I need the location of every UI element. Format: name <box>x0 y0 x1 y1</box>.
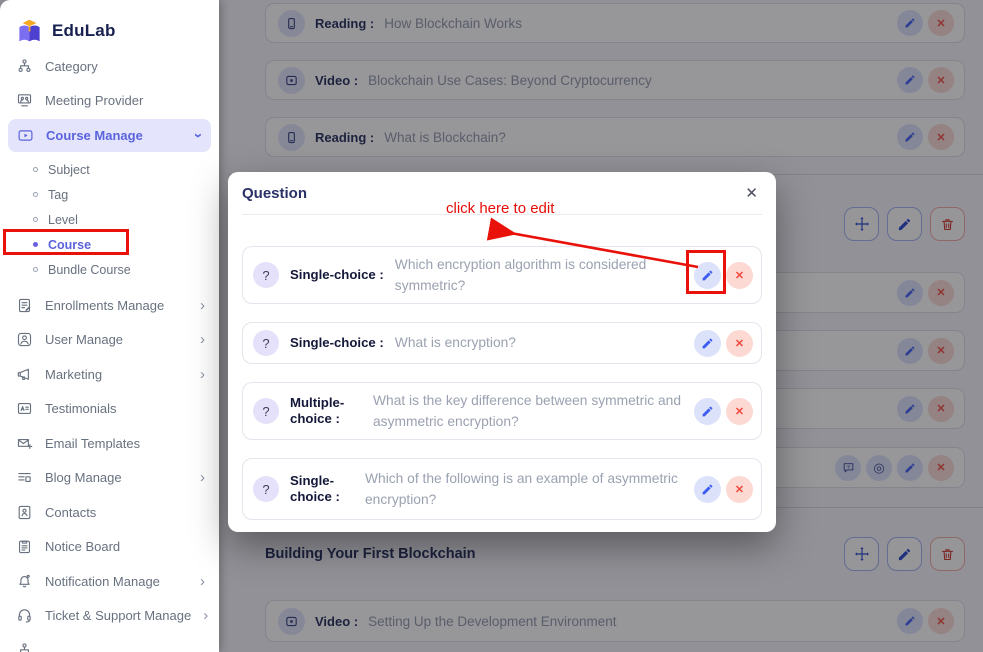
sidebar-item-bundle-course[interactable]: Bundle Course <box>0 257 219 282</box>
course-manage-submenu: Subject Tag Level Course Bundle Course <box>0 153 219 288</box>
sidebar-item-notification-manage[interactable]: Notification Manage › <box>0 564 219 599</box>
email-templates-icon <box>16 435 33 452</box>
sidebar-item-label: Blog Manage <box>45 470 122 485</box>
delete-question-button[interactable]: ✕ <box>726 476 753 503</box>
notice-board-icon <box>16 538 33 555</box>
bullet-icon <box>33 167 38 172</box>
edit-question-button[interactable] <box>694 262 721 289</box>
sidebar-item-label: Email Templates <box>45 436 140 451</box>
question-text: Which of the following is an example of … <box>365 468 683 511</box>
sidebar-item-label: Tag <box>48 188 68 202</box>
partial-icon <box>16 642 33 652</box>
sidebar-item-notice-board[interactable]: Notice Board <box>0 530 219 565</box>
sidebar-item-label: Meeting Provider <box>45 93 143 108</box>
sidebar-item-enrollments-manage[interactable]: Enrollments Manage › <box>0 288 219 323</box>
question-type: Multiple-choice : <box>290 395 362 428</box>
question-modal: Question ✕ ? Single-choice : Which encry… <box>228 172 776 532</box>
question-mark-icon: ? <box>253 262 279 288</box>
sidebar-item-label: Course Manage <box>46 128 143 143</box>
delete-question-button[interactable]: ✕ <box>726 262 753 289</box>
question-card: ? Single-choice : Which encryption algor… <box>242 246 762 304</box>
marketing-icon <box>16 366 33 383</box>
sidebar-item-email-templates[interactable]: Email Templates <box>0 426 219 461</box>
chevron-right-icon: › <box>200 332 205 347</box>
chevron-right-icon: › <box>200 574 205 589</box>
sidebar-item-label: Notice Board <box>45 539 120 554</box>
chevron-right-icon: › <box>200 470 205 485</box>
sidebar-item-meeting-provider[interactable]: Meeting Provider <box>0 84 219 119</box>
notification-icon <box>16 573 33 590</box>
user-manage-icon <box>16 331 33 348</box>
sidebar-item-blog-manage[interactable]: Blog Manage › <box>0 461 219 496</box>
bullet-icon <box>33 192 38 197</box>
question-type: Single-choice : <box>290 267 384 284</box>
question-mark-icon: ? <box>253 330 279 356</box>
sidebar-item-label: Level <box>48 213 78 227</box>
sidebar-item-label: Category <box>45 59 98 74</box>
question-type: Single-choice : <box>290 335 384 352</box>
question-text: Which encryption algorithm is considered… <box>395 254 683 297</box>
delete-question-button[interactable]: ✕ <box>726 330 753 357</box>
sidebar-item-course[interactable]: Course <box>0 232 219 257</box>
question-mark-icon: ? <box>253 476 279 502</box>
ticket-support-icon <box>16 607 33 624</box>
contacts-icon <box>16 504 33 521</box>
modal-title: Question <box>242 185 307 202</box>
sidebar-item-label: Testimonials <box>45 401 117 416</box>
sidebar-item-testimonials[interactable]: Testimonials <box>0 392 219 427</box>
sidebar-item-label: User Manage <box>45 332 123 347</box>
sidebar-item-user-manage[interactable]: User Manage › <box>0 323 219 358</box>
close-icon[interactable]: ✕ <box>741 182 762 204</box>
question-card: ? Single-choice : What is encryption? ✕ <box>242 322 762 364</box>
sidebar-item-contacts[interactable]: Contacts <box>0 495 219 530</box>
sidebar-item-marketing[interactable]: Marketing › <box>0 357 219 392</box>
blog-manage-icon <box>16 469 33 486</box>
app-window: Reading : How Blockchain Works ✕ Video :… <box>0 0 983 652</box>
sidebar-item-level[interactable]: Level <box>0 207 219 232</box>
sidebar-item-label: Bundle Course <box>48 263 131 277</box>
chevron-right-icon: › <box>200 298 205 313</box>
sidebar-item-label: Marketing <box>45 367 102 382</box>
category-icon <box>16 58 33 75</box>
edit-question-button[interactable] <box>694 330 721 357</box>
sidebar-item-ticket-support-manage[interactable]: Ticket & Support Manage › <box>0 599 219 634</box>
sidebar-item-tag[interactable]: Tag <box>0 182 219 207</box>
bullet-icon <box>33 242 38 247</box>
bullet-icon <box>33 217 38 222</box>
bullet-icon <box>33 267 38 272</box>
sidebar-item-partial[interactable] <box>0 633 219 652</box>
question-mark-icon: ? <box>253 398 279 424</box>
question-text: What is encryption? <box>395 332 683 353</box>
testimonials-icon <box>16 400 33 417</box>
sidebar-item-label: Ticket & Support Manage <box>45 608 191 623</box>
edulab-logo-icon <box>16 18 43 45</box>
sidebar-item-label: Notification Manage <box>45 574 160 589</box>
course-manage-icon <box>17 127 34 144</box>
sidebar-item-label: Subject <box>48 163 90 177</box>
chevron-down-icon: › <box>191 133 206 138</box>
brand-name: EduLab <box>52 21 116 41</box>
meeting-provider-icon <box>16 92 33 109</box>
sidebar: EduLab Category Meeting Provider Course … <box>0 0 219 652</box>
chevron-right-icon: › <box>203 608 208 623</box>
question-card: ? Single-choice : Which of the following… <box>242 458 762 520</box>
sidebar-item-label: Course <box>48 238 91 252</box>
edit-question-button[interactable] <box>694 398 721 425</box>
edit-question-button[interactable] <box>694 476 721 503</box>
sidebar-item-subject[interactable]: Subject <box>0 157 219 182</box>
enrollments-icon <box>16 297 33 314</box>
sidebar-item-label: Enrollments Manage <box>45 298 164 313</box>
sidebar-item-category[interactable]: Category <box>0 49 219 84</box>
sidebar-item-course-manage[interactable]: Course Manage › <box>8 119 211 152</box>
sidebar-item-label: Contacts <box>45 505 96 520</box>
question-card: ? Multiple-choice : What is the key diff… <box>242 382 762 440</box>
modal-header: Question ✕ <box>242 172 762 215</box>
question-type: Single-choice : <box>290 473 354 506</box>
brand: EduLab <box>0 0 219 49</box>
delete-question-button[interactable]: ✕ <box>726 398 753 425</box>
chevron-right-icon: › <box>200 367 205 382</box>
question-text: What is the key difference between symme… <box>373 390 683 433</box>
